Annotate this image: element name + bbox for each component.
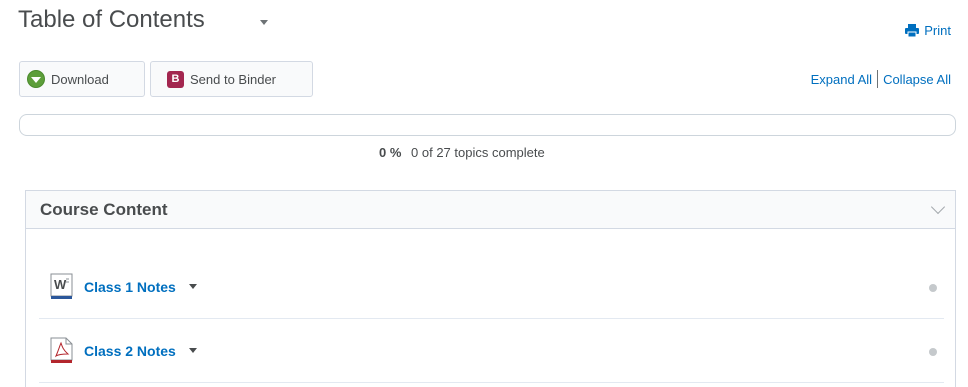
chevron-down-icon[interactable] <box>930 199 946 215</box>
topic-list: W Class 1 Notes Class 2 Notes <box>39 255 944 383</box>
module-title: Course Content <box>40 199 168 219</box>
print-label: Print <box>924 23 951 38</box>
printer-icon <box>905 24 920 37</box>
link-divider <box>877 70 879 88</box>
topic-row: Class 2 Notes <box>39 319 944 383</box>
topic-menu-caret-icon[interactable] <box>188 284 197 289</box>
download-label: Download <box>51 71 109 87</box>
topic-row: W Class 1 Notes <box>39 255 944 319</box>
completion-status-icon <box>929 284 937 292</box>
send-to-binder-label: Send to Binder <box>190 71 277 87</box>
expand-all-link[interactable]: Expand All <box>811 72 872 87</box>
pdf-doc-icon <box>50 337 73 363</box>
topic-link-class-1-notes[interactable]: Class 1 Notes <box>84 279 176 295</box>
title-menu-caret-icon[interactable] <box>260 20 268 25</box>
send-to-binder-button[interactable]: B Send to Binder <box>150 61 313 97</box>
collapse-all-link[interactable]: Collapse All <box>883 72 951 87</box>
module-header[interactable]: Course Content <box>26 191 955 229</box>
expand-collapse-links: Expand All Collapse All <box>811 70 951 88</box>
word-icon-letter: W <box>54 277 67 292</box>
progress-bar <box>19 114 956 136</box>
progress-percent: 0 % <box>379 145 402 160</box>
progress-count: 0 of 27 topics complete <box>411 145 545 160</box>
word-doc-icon: W <box>50 273 73 299</box>
course-content-module: Course Content W Class 1 Notes Class 2 N… <box>25 190 956 387</box>
topic-link-class-2-notes[interactable]: Class 2 Notes <box>84 343 176 359</box>
print-button[interactable]: Print <box>905 23 951 38</box>
binder-icon: B <box>167 70 184 88</box>
topic-menu-caret-icon[interactable] <box>188 348 197 353</box>
page-title: Table of Contents <box>18 6 205 33</box>
progress-summary: 0 % 0 of 27 topics complete <box>379 145 545 160</box>
download-button[interactable]: Download <box>19 61 145 97</box>
download-icon <box>27 70 45 88</box>
completion-status-icon <box>929 348 937 356</box>
